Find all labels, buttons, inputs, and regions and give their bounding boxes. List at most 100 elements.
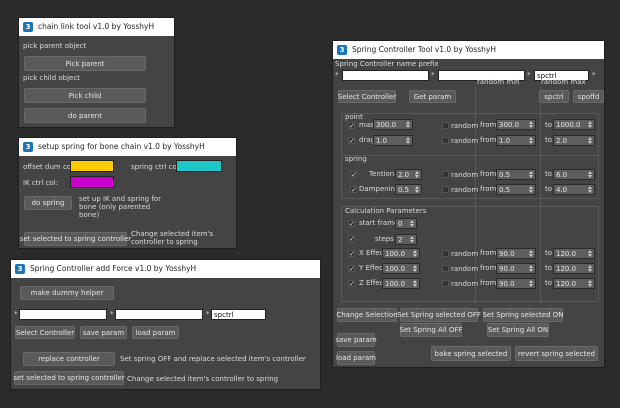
y-from-spinner[interactable]: 90.0 bbox=[496, 263, 536, 274]
drag-spinner[interactable]: 1.0 bbox=[373, 135, 413, 146]
spinner-arrows-icon[interactable] bbox=[413, 265, 418, 272]
set-spring-all-on-button[interactable]: Set Spring All ON bbox=[487, 323, 549, 337]
z-from-spinner[interactable]: 90.0 bbox=[496, 278, 536, 289]
random-label: random bbox=[451, 137, 479, 145]
dampening-random-checkbox[interactable] bbox=[442, 186, 449, 193]
dampening-spinner[interactable]: 0.5 bbox=[395, 184, 422, 195]
start-frame-spinner[interactable]: 0 bbox=[395, 218, 417, 229]
select-controller-button[interactable]: Select Controller bbox=[15, 326, 75, 339]
spinner-arrows-icon[interactable] bbox=[529, 171, 534, 178]
start-frame-checkbox[interactable]: ✓ bbox=[348, 220, 355, 228]
make-dummy-helper-button[interactable]: make dummy helper bbox=[20, 286, 114, 300]
z-effect-checkbox[interactable]: ✓ bbox=[348, 280, 355, 288]
spinner-arrows-icon[interactable] bbox=[588, 137, 593, 144]
spinner-arrows-icon[interactable] bbox=[529, 137, 534, 144]
spinner-arrows-icon[interactable] bbox=[415, 186, 420, 193]
spinner-arrows-icon[interactable] bbox=[529, 265, 534, 272]
pick-parent-button[interactable]: Pick parent bbox=[24, 56, 146, 71]
spinner-arrows-icon[interactable] bbox=[529, 280, 534, 287]
dampening-to-spinner[interactable]: 4.0 bbox=[553, 184, 595, 195]
prefix-input-1[interactable] bbox=[342, 70, 429, 81]
dampening-from-spinner[interactable]: 0.5 bbox=[496, 184, 536, 195]
do-parent-button[interactable]: do parent bbox=[24, 108, 146, 123]
get-param-button[interactable]: Get param bbox=[409, 90, 456, 103]
dampening-checkbox[interactable]: ✓ bbox=[350, 186, 357, 194]
x-random-checkbox[interactable] bbox=[442, 250, 449, 257]
steps-spinner[interactable]: 2 bbox=[395, 234, 417, 245]
spoffd-button[interactable]: spoffd bbox=[573, 90, 604, 103]
mass-checkbox[interactable]: ✓ bbox=[348, 122, 355, 130]
load-param-button[interactable]: load param bbox=[132, 326, 179, 339]
tention-spinner[interactable]: 2.0 bbox=[395, 169, 422, 180]
spinner-arrows-icon[interactable] bbox=[415, 171, 420, 178]
spinner-arrows-icon[interactable] bbox=[410, 236, 415, 243]
bake-spring-selected-button[interactable]: bake spring selected bbox=[431, 346, 511, 361]
from-label: from bbox=[480, 170, 497, 178]
mass-from-spinner[interactable]: 300.0 bbox=[496, 119, 536, 130]
add-force-titlebar[interactable]: 3 Spring Controller add Force v1.0 by Yo… bbox=[11, 260, 320, 278]
set-spring-selected-on-button[interactable]: Set Spring selected ON bbox=[482, 308, 564, 322]
chain-link-titlebar[interactable]: 3 chain link tool v1.0 by YosshyH bbox=[19, 18, 174, 36]
z-effect-spinner[interactable]: 100.0 bbox=[382, 278, 420, 289]
prefix-input-1[interactable] bbox=[19, 309, 107, 320]
set-spring-selected-off-button[interactable]: Set Spring selected OFF bbox=[397, 308, 481, 322]
drag-from-value: 1.0 bbox=[499, 137, 511, 145]
spctrl-button[interactable]: spctrl bbox=[539, 90, 569, 103]
drag-checkbox[interactable]: ✓ bbox=[348, 137, 355, 145]
spinner-arrows-icon[interactable] bbox=[588, 171, 593, 178]
y-effect-spinner[interactable]: 100.0 bbox=[382, 263, 420, 274]
spinner-arrows-icon[interactable] bbox=[529, 250, 534, 257]
drag-to-spinner[interactable]: 2.0 bbox=[553, 135, 595, 146]
save-param-button[interactable]: save param bbox=[335, 333, 377, 347]
x-effect-checkbox[interactable]: ✓ bbox=[348, 250, 355, 258]
spinner-arrows-icon[interactable] bbox=[588, 265, 593, 272]
spinner-arrows-icon[interactable] bbox=[588, 121, 593, 128]
offset-color-swatch[interactable] bbox=[70, 160, 114, 172]
replace-controller-button[interactable]: replace controller bbox=[23, 352, 115, 366]
spinner-arrows-icon[interactable] bbox=[410, 220, 415, 227]
set-selected-spring-button[interactable]: set selected to spring controller bbox=[13, 371, 125, 385]
spinner-arrows-icon[interactable] bbox=[406, 121, 411, 128]
y-effect-checkbox[interactable]: ✓ bbox=[348, 265, 355, 273]
z-to-spinner[interactable]: 120.0 bbox=[553, 278, 595, 289]
spinner-arrows-icon[interactable] bbox=[529, 186, 534, 193]
x-effect-spinner[interactable]: 100.0 bbox=[382, 248, 420, 259]
spinner-arrows-icon[interactable] bbox=[406, 137, 411, 144]
pick-child-button[interactable]: Pick child bbox=[24, 88, 146, 103]
set-selected-spring-button[interactable]: set selected to spring controller bbox=[20, 232, 131, 246]
spring-ctrl-color-swatch[interactable] bbox=[176, 160, 222, 172]
x-from-spinner[interactable]: 90.0 bbox=[496, 248, 536, 259]
select-controller-button[interactable]: Select Controller bbox=[338, 90, 396, 103]
spinner-arrows-icon[interactable] bbox=[588, 250, 593, 257]
mass-spinner[interactable]: 300.0 bbox=[373, 119, 413, 130]
ik-color-swatch[interactable] bbox=[70, 176, 114, 188]
tention-checkbox[interactable]: ✓ bbox=[350, 171, 357, 179]
save-param-button[interactable]: save param bbox=[80, 326, 127, 339]
prefix-input-2[interactable] bbox=[115, 309, 203, 320]
y-random-checkbox[interactable] bbox=[442, 265, 449, 272]
set-spring-all-off-button[interactable]: Set Spring All OFF bbox=[400, 323, 463, 337]
spinner-arrows-icon[interactable] bbox=[588, 280, 593, 287]
y-to-spinner[interactable]: 120.0 bbox=[553, 263, 595, 274]
revert-spring-selected-button[interactable]: revert spring selected bbox=[515, 346, 598, 361]
tool-titlebar[interactable]: 3 Spring Controller Tool v1.0 by YosshyH bbox=[333, 41, 604, 59]
spinner-arrows-icon[interactable] bbox=[413, 280, 418, 287]
spinner-arrows-icon[interactable] bbox=[413, 250, 418, 257]
spinner-arrows-icon[interactable] bbox=[588, 186, 593, 193]
prefix-input-3[interactable]: spctrl bbox=[211, 309, 266, 320]
z-random-checkbox[interactable] bbox=[442, 280, 449, 287]
mass-to-spinner[interactable]: 1000.0 bbox=[553, 119, 595, 130]
do-spring-button[interactable]: do spring bbox=[24, 196, 72, 210]
spinner-arrows-icon[interactable] bbox=[529, 121, 534, 128]
drag-from-spinner[interactable]: 1.0 bbox=[496, 135, 536, 146]
setup-spring-titlebar[interactable]: 3 setup spring for bone chain v1.0 by Yo… bbox=[19, 138, 236, 156]
x-to-spinner[interactable]: 120.0 bbox=[553, 248, 595, 259]
tention-random-checkbox[interactable] bbox=[442, 171, 449, 178]
drag-random-checkbox[interactable] bbox=[442, 137, 449, 144]
steps-checkbox[interactable]: ✓ bbox=[348, 235, 355, 243]
load-param-button[interactable]: load param bbox=[336, 351, 376, 365]
mass-random-checkbox[interactable] bbox=[442, 122, 449, 129]
tention-from-spinner[interactable]: 0.5 bbox=[496, 169, 536, 180]
tention-to-spinner[interactable]: 6.0 bbox=[553, 169, 595, 180]
change-selection-button[interactable]: Change Selection bbox=[336, 308, 398, 322]
